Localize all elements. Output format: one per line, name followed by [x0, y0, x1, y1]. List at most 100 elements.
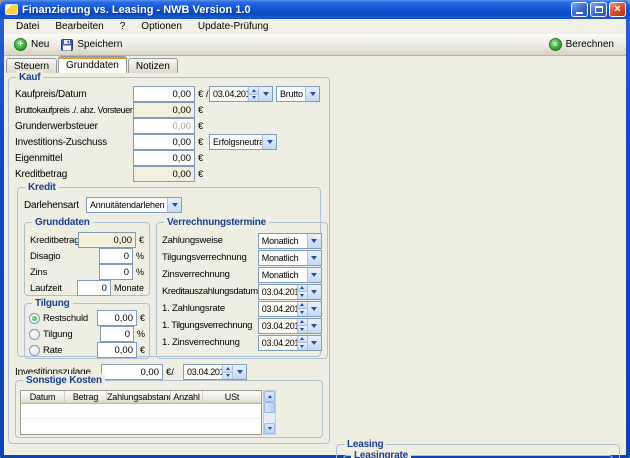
date-spinner[interactable]	[297, 319, 307, 333]
tilgung-input[interactable]: 0	[100, 326, 134, 342]
col-zahlungsabstand[interactable]: Zahlungsabstand	[107, 391, 171, 404]
date-spinner[interactable]	[297, 302, 307, 316]
chevron-down-icon[interactable]	[307, 302, 321, 316]
menu-datei[interactable]: Datei	[8, 20, 47, 33]
disagio-input[interactable]: 0	[99, 248, 133, 264]
chevron-down-icon[interactable]	[307, 268, 321, 282]
restschuld-radio[interactable]	[29, 313, 40, 324]
kauf-sonstige-kosten-group: Sonstige Kosten Datum Betrag Zahlungsabs…	[15, 380, 323, 438]
minimize-button[interactable]	[571, 2, 588, 17]
chevron-down-icon[interactable]	[305, 87, 319, 101]
close-icon: ×	[614, 4, 620, 15]
kaufpreis-row: Kaufpreis/Datum 0,00 € / 03.04.2012 Brut…	[15, 86, 323, 102]
close-button[interactable]: ×	[609, 2, 626, 17]
zinsverrechnung-select[interactable]: Monatlich	[258, 267, 322, 283]
scroll-thumb[interactable]	[264, 402, 275, 413]
window-body: Datei Bearbeiten ? Optionen Update-Prüfu…	[4, 19, 626, 455]
date-spinner[interactable]	[248, 87, 258, 101]
zins-input[interactable]: 0	[99, 264, 133, 280]
zahlungsrate1-date[interactable]: 03.04.2012	[258, 301, 322, 317]
kaufpreis-input[interactable]: 0,00	[133, 86, 195, 102]
kauf-sonstige-kosten-table: Datum Betrag Zahlungsabstand Anzahl USt	[20, 390, 318, 435]
kaufpreis-label: Kaufpreis/Datum	[15, 89, 133, 100]
table-row[interactable]	[21, 404, 261, 419]
date-spinner[interactable]	[222, 365, 232, 379]
investitions-zuschuss-mode-select[interactable]: Erfolgsneutral	[209, 134, 277, 150]
col-anzahl[interactable]: Anzahl	[171, 391, 203, 404]
laufzeit-input[interactable]: 0	[77, 280, 111, 296]
chevron-down-icon[interactable]	[307, 251, 321, 265]
col-ust[interactable]: USt	[203, 391, 261, 404]
berechnen-button[interactable]: = Berechnen	[543, 36, 620, 53]
tab-notizen[interactable]: Notizen	[128, 58, 178, 73]
rate-input[interactable]: 0,00	[97, 342, 137, 358]
table-scrollbar[interactable]	[263, 390, 276, 435]
menu-optionen[interactable]: Optionen	[133, 20, 190, 33]
col-betrag[interactable]: Betrag	[65, 391, 107, 404]
speichern-label: Speichern	[77, 39, 122, 50]
kaufpreis-date[interactable]: 03.04.2012	[209, 86, 273, 102]
tilgungsverrechnung-select[interactable]: Monatlich	[258, 250, 322, 266]
darlehensart-row: Darlehensart Annuitätendarlehen	[24, 197, 314, 213]
zahlungsweise-row: Zahlungsweise Monatlich	[162, 232, 322, 249]
chevron-down-icon[interactable]	[258, 87, 272, 101]
table-row[interactable]	[21, 419, 261, 434]
save-icon	[61, 39, 73, 51]
neu-button[interactable]: + Neu	[8, 36, 55, 53]
app-icon	[5, 4, 18, 15]
rate-row: Rate 0,00 €	[29, 342, 145, 358]
investitionszulage-input[interactable]: 0,00	[101, 364, 163, 380]
zins-row: Zins 0 %	[30, 264, 144, 280]
app-window: Finanzierung vs. Leasing - NWB Version 1…	[0, 0, 630, 458]
spinner-down-icon	[252, 96, 256, 99]
new-icon: +	[14, 38, 27, 51]
kreditauszahlungsdatum-date[interactable]: 03.04.2012	[258, 284, 322, 300]
tilgung-radio[interactable]	[29, 329, 40, 340]
date-spinner[interactable]	[297, 336, 307, 350]
menu-bar: Datei Bearbeiten ? Optionen Update-Prüfu…	[4, 19, 626, 34]
rate-radio[interactable]	[29, 345, 40, 356]
chevron-down-icon[interactable]	[232, 365, 246, 379]
kredit-kreditbetrag-input: 0,00	[78, 232, 136, 248]
eigenmittel-input[interactable]: 0,00	[133, 150, 195, 166]
kauf-group: Kauf Kaufpreis/Datum 0,00 € / 03.04.2012…	[8, 77, 330, 444]
tilgungsverrechnung1-date[interactable]: 03.04.2012	[258, 318, 322, 334]
maximize-button[interactable]	[590, 2, 607, 17]
grunderwerbsteuer-input: 0,00	[133, 118, 195, 134]
scroll-down-icon[interactable]	[264, 423, 275, 434]
title-bar[interactable]: Finanzierung vs. Leasing - NWB Version 1…	[0, 0, 630, 19]
menu-update-pruefung[interactable]: Update-Prüfung	[190, 20, 277, 33]
bruttokaufpreis-label: Bruttokaufpreis ./. abz. Vorsteuer	[15, 105, 133, 115]
darlehensart-select[interactable]: Annuitätendarlehen	[86, 197, 182, 213]
kredit-kreditbetrag-row: Kreditbetrag 0,00 €	[30, 232, 144, 248]
zahlungsrate1-row: 1. Zahlungsrate 03.04.2012	[162, 300, 322, 317]
col-datum[interactable]: Datum	[21, 391, 65, 404]
eigenmittel-label: Eigenmittel	[15, 153, 133, 164]
kaufpreis-mode-select[interactable]: Brutto	[276, 86, 320, 102]
menu-bearbeiten[interactable]: Bearbeiten	[47, 20, 111, 33]
chevron-down-icon[interactable]	[307, 319, 321, 333]
maximize-icon	[595, 6, 603, 13]
restschuld-input[interactable]: 0,00	[97, 310, 137, 326]
speichern-button[interactable]: Speichern	[55, 37, 128, 53]
chevron-down-icon[interactable]	[307, 285, 321, 299]
chevron-down-icon[interactable]	[167, 198, 181, 212]
spinner-up-icon	[252, 89, 256, 92]
investitions-zuschuss-input[interactable]: 0,00	[133, 134, 195, 150]
tab-grunddaten[interactable]: Grunddaten	[58, 56, 127, 73]
menu-hilfe[interactable]: ?	[112, 20, 134, 33]
kreditbetrag-row: Kreditbetrag 0,00 €	[15, 166, 323, 182]
kreditbetrag-input: 0,00	[133, 166, 195, 182]
main-content: Kauf Kaufpreis/Datum 0,00 € / 03.04.2012…	[4, 73, 626, 458]
investitions-zuschuss-label: Investitions-Zuschuss	[15, 137, 133, 148]
neu-label: Neu	[31, 39, 49, 50]
chevron-down-icon[interactable]	[307, 234, 321, 248]
date-spinner[interactable]	[297, 285, 307, 299]
zahlungsweise-select[interactable]: Monatlich	[258, 233, 322, 249]
zinsverrechnung1-date[interactable]: 03.04.2012	[258, 335, 322, 351]
scroll-up-icon[interactable]	[264, 391, 275, 402]
chevron-down-icon[interactable]	[307, 336, 321, 350]
chevron-down-icon[interactable]	[262, 135, 276, 149]
eigenmittel-row: Eigenmittel 0,00 €	[15, 150, 323, 166]
investitionszulage-date[interactable]: 03.04.2013	[183, 364, 247, 380]
